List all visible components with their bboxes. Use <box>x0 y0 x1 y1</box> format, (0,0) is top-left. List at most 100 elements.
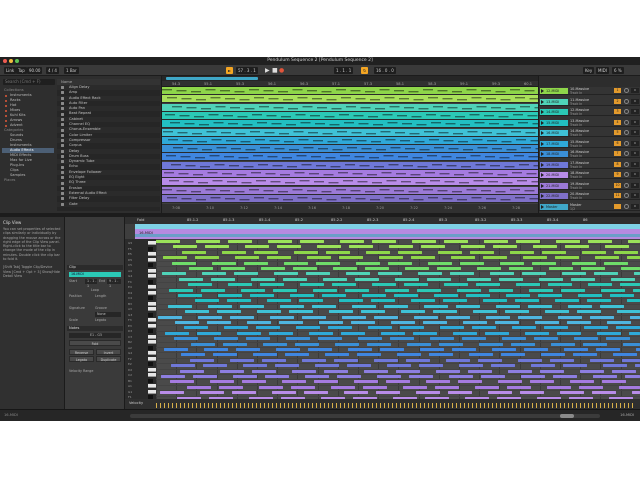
velocity-marker[interactable] <box>560 403 561 408</box>
midi-note[interactable] <box>267 299 291 303</box>
velocity-marker[interactable] <box>380 403 381 408</box>
velocity-marker[interactable] <box>572 403 573 408</box>
velocity-marker[interactable] <box>364 403 365 408</box>
velocity-marker[interactable] <box>428 403 429 408</box>
midi-note[interactable] <box>272 391 296 395</box>
midi-note[interactable] <box>187 385 211 389</box>
piano-key[interactable] <box>148 290 156 295</box>
midi-note[interactable] <box>364 369 388 373</box>
piano-key[interactable] <box>148 362 153 366</box>
midi-note[interactable] <box>475 385 499 389</box>
midi-note[interactable] <box>499 277 523 281</box>
midi-note[interactable] <box>498 380 522 384</box>
link-button[interactable]: Link <box>4 67 17 74</box>
volume-field[interactable]: 0 <box>631 182 639 188</box>
piano-key[interactable] <box>148 384 156 388</box>
midi-note[interactable] <box>448 391 472 395</box>
piano-key[interactable] <box>148 257 156 262</box>
midi-note[interactable] <box>333 267 357 270</box>
midi-note[interactable] <box>205 245 229 249</box>
velocity-marker[interactable] <box>300 403 301 408</box>
midi-note[interactable] <box>446 358 470 362</box>
midi-note[interactable] <box>290 294 314 297</box>
midi-note[interactable] <box>253 353 277 357</box>
midi-note[interactable] <box>456 304 480 308</box>
velocity-marker[interactable] <box>608 403 609 408</box>
velocity-marker[interactable] <box>552 403 553 408</box>
clip-slot[interactable]: 19-MIDI <box>540 161 568 168</box>
track-input[interactable]: Track In <box>570 123 582 127</box>
midi-note[interactable] <box>188 283 212 287</box>
quantize-select[interactable]: 1 Bar <box>64 67 79 74</box>
midi-note[interactable] <box>322 294 346 297</box>
midi-note[interactable] <box>363 385 387 389</box>
midi-note[interactable] <box>173 245 197 249</box>
velocity-marker[interactable] <box>268 403 269 408</box>
midi-note[interactable] <box>614 250 638 254</box>
browser-search-input[interactable]: Search (Cmd + F) <box>3 79 55 85</box>
midi-note[interactable] <box>509 267 533 270</box>
velocity-marker[interactable] <box>600 403 601 408</box>
volume-field[interactable]: 0 <box>631 119 639 125</box>
midi-note[interactable] <box>416 391 440 395</box>
midi-note[interactable] <box>374 358 398 362</box>
midi-note[interactable] <box>481 375 505 378</box>
volume-field[interactable]: 0 <box>631 161 639 167</box>
midi-note[interactable] <box>462 337 486 341</box>
midi-note[interactable] <box>525 331 549 335</box>
midi-note[interactable] <box>413 331 437 335</box>
midi-note[interactable] <box>632 391 640 395</box>
midi-note[interactable] <box>279 321 303 324</box>
arrangement-track[interactable] <box>162 120 543 129</box>
midi-note[interactable] <box>424 304 448 308</box>
midi-note[interactable] <box>619 385 640 389</box>
midi-note[interactable] <box>342 315 366 319</box>
midi-note[interactable] <box>305 375 329 378</box>
midi-note[interactable] <box>300 240 324 243</box>
midi-note[interactable] <box>623 342 640 346</box>
track-input[interactable]: Track In <box>570 165 582 169</box>
midi-note[interactable] <box>214 337 238 341</box>
midi-note[interactable] <box>190 358 214 362</box>
midi-note[interactable] <box>164 348 188 351</box>
pan-knob[interactable] <box>624 109 629 114</box>
legato-button[interactable]: Legato <box>69 356 94 362</box>
midi-note[interactable] <box>242 380 266 384</box>
midi-note[interactable] <box>228 240 252 243</box>
velocity-marker[interactable] <box>580 403 581 408</box>
midi-note[interactable] <box>506 294 530 297</box>
velocity-marker[interactable] <box>596 403 597 408</box>
velocity-marker[interactable] <box>228 403 229 408</box>
midi-note[interactable] <box>510 250 534 254</box>
midi-note[interactable] <box>412 240 436 243</box>
piano-key[interactable] <box>148 389 156 394</box>
midi-note[interactable] <box>221 267 245 270</box>
velocity-marker[interactable] <box>208 403 209 408</box>
midi-note[interactable] <box>317 245 341 249</box>
velocity-marker[interactable] <box>360 403 361 408</box>
midi-note[interactable] <box>468 369 492 373</box>
clip-play-icon[interactable] <box>541 120 544 125</box>
velocity-marker[interactable] <box>524 403 525 408</box>
arrangement-track[interactable] <box>162 161 544 170</box>
midi-note[interactable] <box>407 342 431 346</box>
midi-note[interactable] <box>371 299 395 303</box>
piano-key[interactable] <box>148 356 156 361</box>
velocity-marker[interactable] <box>288 403 289 408</box>
midi-note[interactable] <box>444 240 468 243</box>
velocity-marker[interactable] <box>540 403 541 408</box>
velocity-marker[interactable] <box>352 403 353 408</box>
velocity-marker[interactable] <box>264 403 265 408</box>
browser-item[interactable]: Gate <box>57 201 160 207</box>
midi-note[interactable] <box>158 315 182 319</box>
midi-note[interactable] <box>265 375 289 378</box>
midi-note[interactable] <box>542 250 566 254</box>
midi-note[interactable] <box>394 294 418 297</box>
midi-note[interactable] <box>236 348 260 351</box>
midi-note[interactable] <box>516 240 540 243</box>
velocity-marker[interactable] <box>372 403 373 408</box>
volume-field[interactable]: 0 <box>631 172 639 177</box>
midi-note[interactable] <box>372 283 396 287</box>
track-activator-button[interactable]: 3 <box>614 109 621 114</box>
velocity-marker[interactable] <box>416 403 417 408</box>
